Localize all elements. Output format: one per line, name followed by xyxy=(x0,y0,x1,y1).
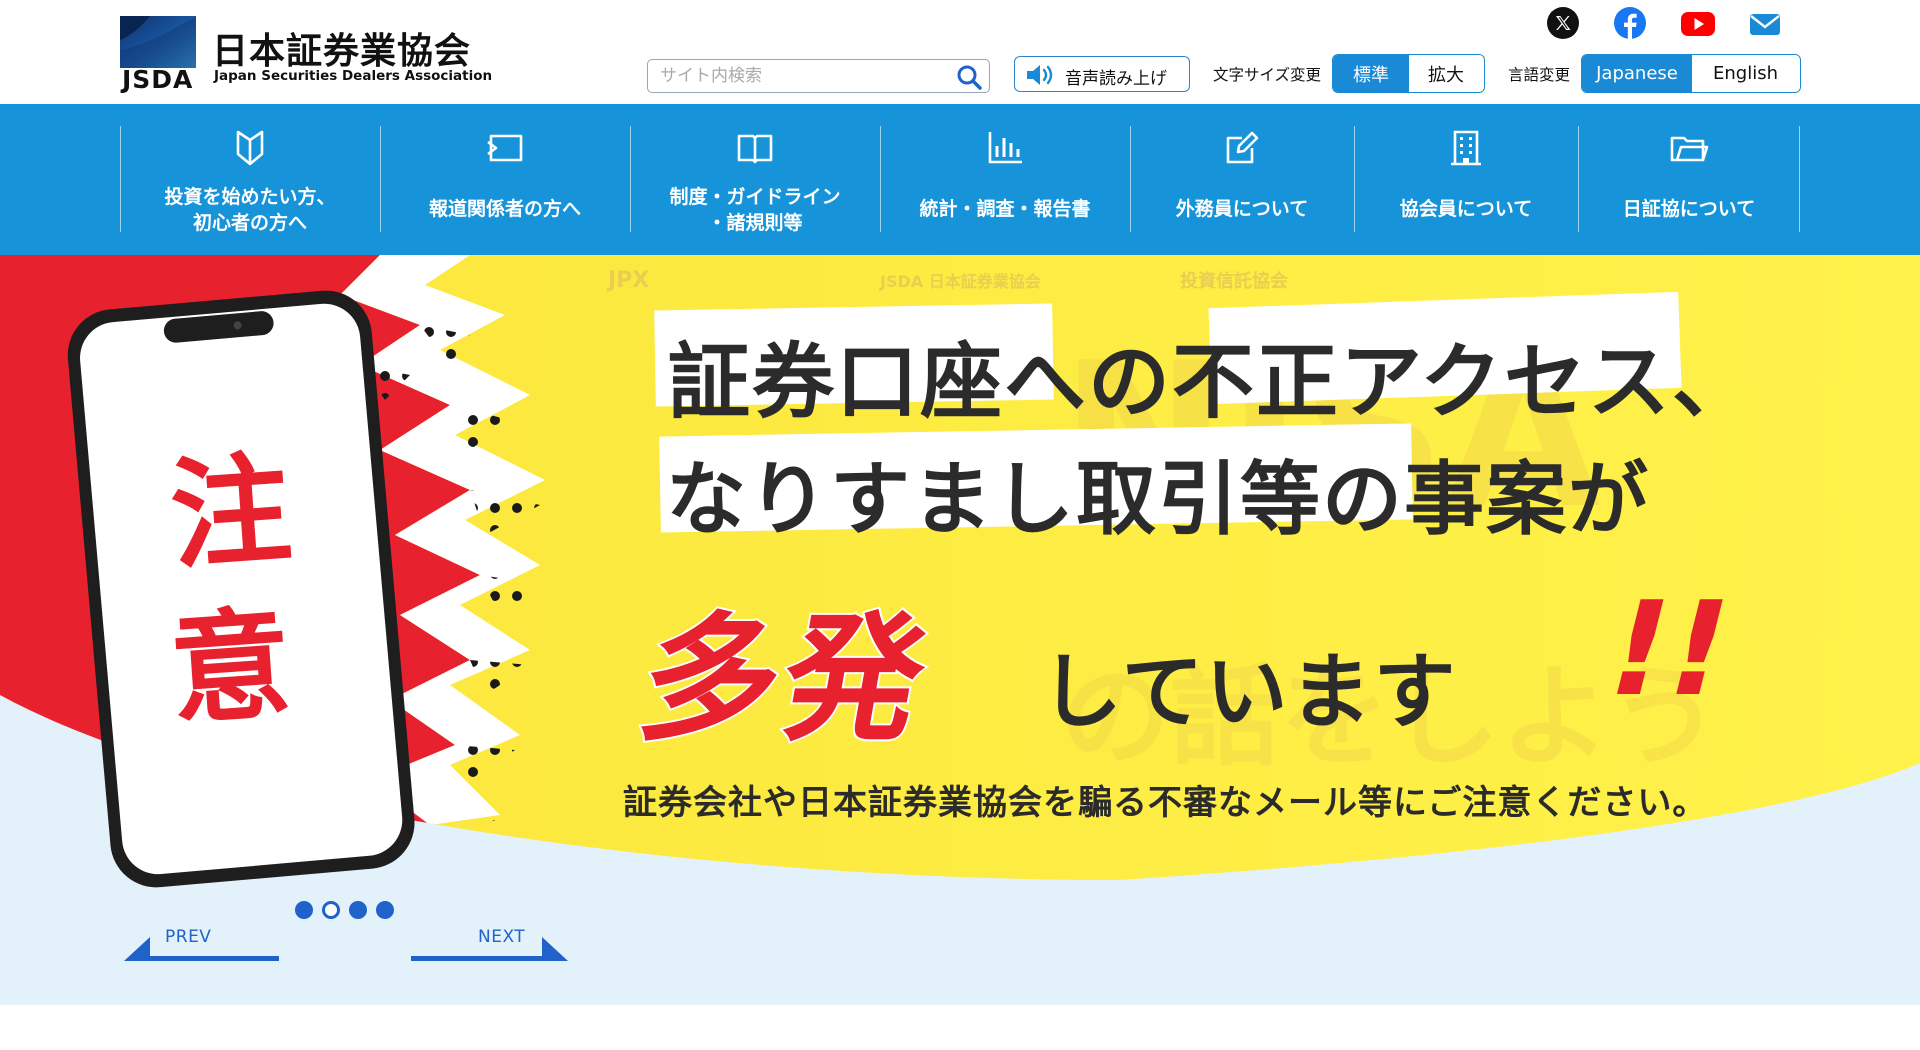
building-icon xyxy=(1451,130,1481,166)
carousel-next-button[interactable]: NEXT xyxy=(410,927,570,963)
nav-label-about: 日証協について xyxy=(1622,198,1756,220)
logo-abbr: JSDA xyxy=(122,65,194,94)
facebook-icon[interactable] xyxy=(1613,6,1647,40)
voice-readout-label: 音声読み上げ xyxy=(1065,69,1167,88)
nav-label-press: 報道関係者の方へ xyxy=(428,198,581,220)
lang-english-button[interactable]: English xyxy=(1692,55,1799,92)
carousel-dot-2[interactable] xyxy=(322,901,340,919)
nav-label-beginners-1: 投資を始めたい方、 xyxy=(164,186,336,208)
search-button[interactable] xyxy=(955,63,983,91)
nav-label-members: 協会員について xyxy=(1399,198,1533,220)
search-input[interactable] xyxy=(660,64,950,88)
folder-icon xyxy=(1670,136,1709,162)
x-icon[interactable] xyxy=(1546,6,1580,40)
beginner-mark-icon xyxy=(236,130,264,166)
edit-icon xyxy=(1226,131,1259,164)
nav-label-rules-2: ・諸規則等 xyxy=(707,212,803,234)
youtube-icon[interactable] xyxy=(1680,6,1716,40)
nav-label-statistics: 統計・調査・報告書 xyxy=(919,198,1091,220)
logo-name: 日本証券業協会 xyxy=(212,31,472,72)
carousel-dots xyxy=(295,901,395,921)
carousel-prev-button[interactable]: PREV xyxy=(122,927,282,963)
carousel-dot-1[interactable] xyxy=(295,901,313,919)
arrow-left-icon xyxy=(124,937,279,961)
language-label: 言語変更 xyxy=(1508,66,1571,84)
nav-label-beginners-2: 初心者の方へ xyxy=(192,212,307,234)
hero-slide-link[interactable]: NISA の話をしよう JPX JSDA 日本証券業協会 投資信託協会 xyxy=(0,255,1920,1005)
book-icon xyxy=(737,134,773,164)
hero-title-emphasis: 多発 xyxy=(627,597,943,762)
font-size-switch: 標準 拡大 xyxy=(1332,54,1485,93)
hero-title-line-1: 証券口座への不正アクセス、 xyxy=(668,335,1756,430)
arrow-right-icon xyxy=(411,937,568,961)
site-header: JSDA 日本証券業協会 Japan Securities Dealers As… xyxy=(0,0,1920,104)
phone-word-2: 意 xyxy=(165,592,296,742)
nav-item-statistics[interactable]: 統計・調査・報告書 xyxy=(880,126,1130,232)
font-size-large-button[interactable]: 拡大 xyxy=(1409,55,1483,92)
nav-item-press[interactable]: 報道関係者の方へ xyxy=(380,126,630,232)
logo-subtitle: Japan Securities Dealers Association xyxy=(214,68,493,84)
press-icon xyxy=(487,134,523,162)
hero-title-tail: しています xyxy=(1040,645,1458,740)
lang-japanese-button[interactable]: Japanese xyxy=(1582,55,1692,92)
nav-item-about[interactable]: 日証協について xyxy=(1578,126,1800,232)
jsda-logo[interactable]: JSDA 日本証券業協会 Japan Securities Dealers As… xyxy=(120,16,492,94)
page: JSDA 日本証券業協会 Japan Securities Dealers As… xyxy=(0,0,1920,1050)
site-search xyxy=(647,59,990,93)
page-bottom xyxy=(0,1005,1920,1050)
speaker-icon xyxy=(1027,65,1053,85)
mail-icon[interactable] xyxy=(1748,6,1782,40)
hero-carousel: NISA の話をしよう JPX JSDA 日本証券業協会 投資信託協会 xyxy=(0,255,1920,1005)
nav-item-sales-reps[interactable]: 外務員について xyxy=(1130,126,1354,232)
nav-item-beginners[interactable]: 投資を始めたい方、 初心者の方へ xyxy=(120,126,380,234)
font-size-label: 文字サイズ変更 xyxy=(1213,66,1322,84)
nav-item-members[interactable]: 協会員について xyxy=(1354,126,1578,232)
global-nav: 投資を始めたい方、 初心者の方へ 報道関係者の方へ 制度・ガイドライン ・諸規則… xyxy=(0,104,1920,255)
voice-readout-button[interactable]: 音声読み上げ xyxy=(1014,56,1190,92)
font-size-standard-button[interactable]: 標準 xyxy=(1333,55,1409,92)
hero-subtitle: 証券会社や日本証券業協会を騙る不審なメール等にご注意ください。 xyxy=(623,783,1708,823)
search-icon xyxy=(957,65,982,90)
svg-text:JSDA 日本証券業協会: JSDA 日本証券業協会 xyxy=(879,272,1041,291)
carousel-dot-4[interactable] xyxy=(376,901,394,919)
jsda-logo-mark xyxy=(120,16,196,68)
svg-text:投資信託協会: 投資信託協会 xyxy=(1180,270,1288,292)
nav-label-rules-1: 制度・ガイドライン xyxy=(669,186,841,208)
carousel-dot-3[interactable] xyxy=(349,901,367,919)
language-switch: Japanese English xyxy=(1581,54,1801,93)
bar-chart-icon xyxy=(988,132,1022,164)
nav-item-rules[interactable]: 制度・ガイドライン ・諸規則等 xyxy=(630,126,880,234)
svg-text:JPX: JPX xyxy=(606,268,649,293)
hero-title-line-2: なりすまし取引等の事案が xyxy=(666,453,1650,546)
nav-label-sales-reps: 外務員について xyxy=(1175,198,1309,220)
